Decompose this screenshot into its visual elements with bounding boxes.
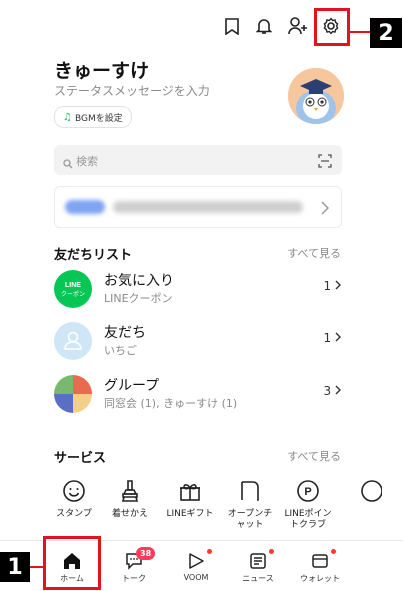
friend-row-sub: LINEクーポン <box>104 292 173 305</box>
settings-callout-box <box>314 8 350 46</box>
friend-row-friends[interactable]: 友だち いちご 1 <box>54 318 342 364</box>
tab-voom[interactable]: VOOM <box>166 541 226 591</box>
service-label: LINEポイン トクラブ <box>284 509 332 530</box>
news-icon <box>228 549 288 573</box>
notification-dot <box>331 549 336 554</box>
friend-row-favorites[interactable]: LINE クーポン お気に入り LINEクーポン 1 <box>54 266 342 312</box>
banner-blurred-tag <box>65 200 105 214</box>
notification-dot <box>269 549 274 554</box>
callout-connector-line <box>30 566 43 568</box>
friend-row-name: お気に入り <box>104 273 174 289</box>
home-callout-box <box>43 536 101 590</box>
friends-section-title: 友だちリスト <box>54 248 133 263</box>
bgm-button[interactable]: ♫ BGMを設定 <box>54 106 132 128</box>
friend-row-sub: 同窓会 (1), きゅーすけ (1) <box>104 397 238 410</box>
chevron-right-icon <box>335 332 341 342</box>
service-gift[interactable]: LINEギフト <box>162 478 218 520</box>
qr-scan-icon[interactable] <box>318 153 332 172</box>
service-label: スタンプ <box>56 509 92 519</box>
friend-row-count: 1 <box>324 331 342 345</box>
tab-talk[interactable]: 38 トーク <box>104 541 164 591</box>
service-label: 着せかえ <box>111 509 148 519</box>
service-more[interactable] <box>342 478 398 504</box>
search-icon <box>63 154 73 173</box>
smile-icon <box>54 478 102 504</box>
talk-icon: 38 <box>104 547 164 573</box>
circle-icon <box>342 478 398 504</box>
line-coupon-icon: LINE クーポン <box>54 270 92 308</box>
music-note-icon: ♫ <box>63 111 72 123</box>
svg-text:P: P <box>304 486 311 498</box>
svg-text:LINE: LINE <box>65 282 81 289</box>
friend-row-name: グループ <box>104 378 160 394</box>
home-callout-number: 1 <box>0 552 30 582</box>
service-openchat[interactable]: オープンチ ャット <box>222 478 278 531</box>
wallet-icon <box>290 549 350 573</box>
add-friend-icon[interactable] <box>287 16 309 36</box>
bookmark-icon[interactable] <box>222 16 242 36</box>
status-message[interactable]: ステータスメッセージを入力 <box>54 82 210 99</box>
friend-row-sub: いちご <box>104 344 137 357</box>
settings-callout-number: 2 <box>370 18 402 48</box>
chevron-right-icon <box>335 280 341 290</box>
tab-label: ウォレット <box>300 574 340 583</box>
gift-icon <box>162 478 218 504</box>
profile-name[interactable]: きゅーすけ <box>54 56 149 83</box>
brush-icon <box>102 478 158 504</box>
search-placeholder: 検索 <box>76 155 98 168</box>
svg-text:クーポン: クーポン <box>61 290 85 298</box>
service-label: オープンチ ャット <box>227 509 273 530</box>
voom-play-icon <box>166 549 226 573</box>
point-icon: P <box>280 478 336 504</box>
services-section-title: サービス <box>54 451 107 466</box>
friend-row-count: 1 <box>324 279 342 293</box>
service-point-club[interactable]: P LINEポイン トクラブ <box>280 478 336 531</box>
search-bar[interactable]: 検索 <box>54 145 342 175</box>
tab-wallet[interactable]: ウォレット <box>290 541 350 591</box>
tab-label: ニュース <box>242 574 274 583</box>
tab-news[interactable]: ニュース <box>228 541 288 591</box>
friend-row-name: 友だち <box>104 325 146 341</box>
talk-unread-badge: 38 <box>136 547 156 560</box>
promo-banner[interactable] <box>54 186 342 228</box>
bgm-label: BGMを設定 <box>74 113 123 124</box>
group-collage-icon <box>54 375 92 413</box>
tab-label: トーク <box>122 574 146 583</box>
bell-icon[interactable] <box>254 16 274 36</box>
chevron-right-icon <box>335 385 341 395</box>
callout-connector-line <box>350 31 370 33</box>
tab-label: VOOM <box>183 573 209 582</box>
chevron-right-icon <box>321 200 330 219</box>
chat-bubble-icon <box>222 478 278 504</box>
service-theme[interactable]: 着せかえ <box>102 478 158 520</box>
avatar[interactable] <box>288 68 344 124</box>
person-icon <box>54 322 92 360</box>
banner-blurred-text <box>113 201 303 213</box>
services-see-all-link[interactable]: すべて見る <box>287 448 341 464</box>
friend-row-groups[interactable]: グループ 同窓会 (1), きゅーすけ (1) 3 <box>54 371 342 417</box>
notification-dot <box>207 549 212 554</box>
friend-row-count: 3 <box>324 384 342 398</box>
services-row: スタンプ 着せかえ LINEギフト オープンチ ャット P LINEポイン トク… <box>54 478 403 538</box>
friends-see-all-link[interactable]: すべて見る <box>287 245 341 261</box>
service-label: LINEギフト <box>166 509 214 519</box>
service-sticker[interactable]: スタンプ <box>54 478 102 520</box>
